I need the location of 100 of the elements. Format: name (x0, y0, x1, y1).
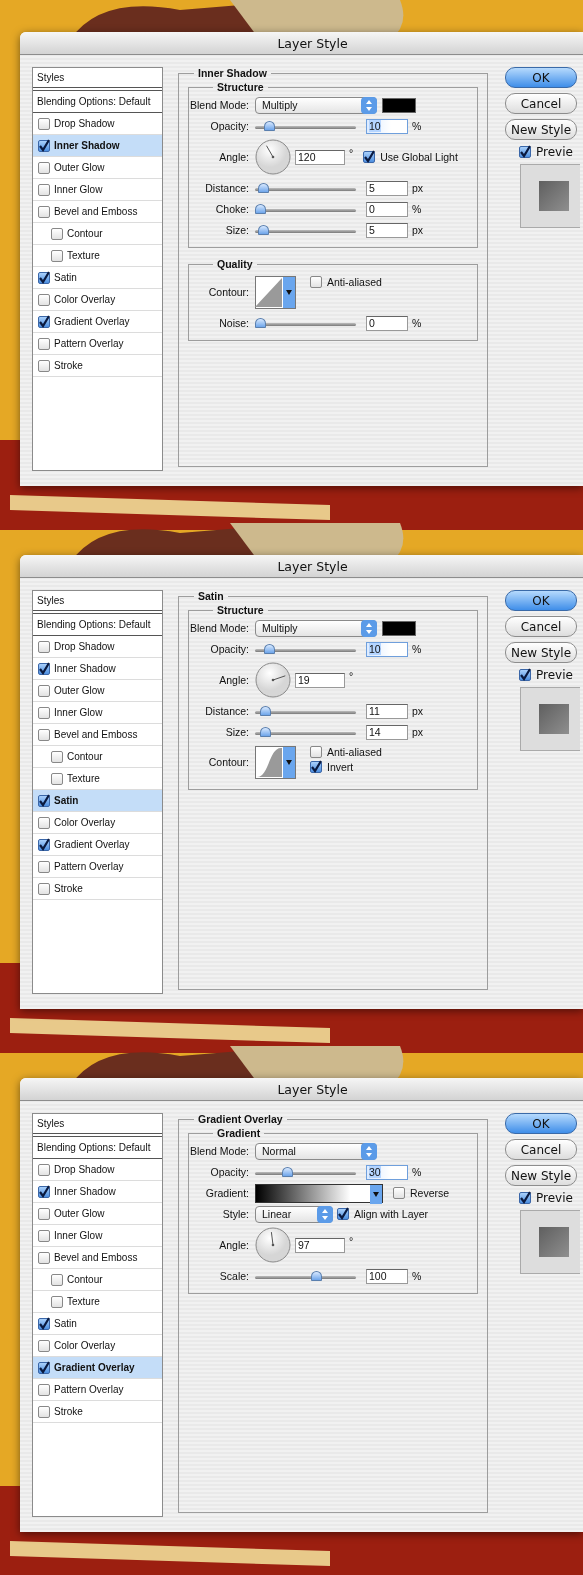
style-list-item[interactable]: Color Overlay (33, 812, 162, 834)
checkbox[interactable] (38, 860, 50, 873)
checkbox[interactable] (38, 1185, 50, 1198)
slider[interactable] (255, 705, 356, 717)
dialog-button[interactable]: New Style (505, 1165, 577, 1186)
dialog-button[interactable]: Cancel (505, 616, 577, 637)
style-list-item[interactable]: Pattern Overlay (33, 856, 162, 878)
gradient-picker[interactable] (255, 1183, 383, 1203)
style-list-item[interactable]: Bevel and Emboss (33, 724, 162, 746)
checkbox[interactable] (38, 183, 50, 196)
style-list-item[interactable]: Gradient Overlay (33, 311, 162, 333)
dropdown[interactable]: Multiply (255, 619, 377, 637)
checkbox[interactable] (38, 1317, 50, 1330)
checkbox[interactable] (310, 276, 322, 288)
style-list-item[interactable]: Blending Options: Default (33, 91, 162, 113)
checkbox[interactable] (51, 249, 63, 262)
slider[interactable] (255, 1166, 356, 1178)
input-field[interactable]: 0 (366, 315, 408, 331)
input-field[interactable]: 19 (295, 672, 345, 688)
style-list-item[interactable]: Contour (33, 746, 162, 768)
checkbox[interactable] (519, 669, 531, 681)
checkbox[interactable] (38, 794, 50, 807)
checkbox[interactable] (38, 139, 50, 152)
checkbox[interactable] (38, 1229, 50, 1242)
dialog-button[interactable]: OK (505, 67, 577, 88)
color-swatch[interactable] (382, 620, 416, 636)
slider-thumb[interactable] (264, 643, 275, 654)
input-field[interactable]: 30 (366, 1164, 408, 1180)
style-list-item[interactable]: Inner Shadow (33, 658, 162, 680)
style-list-item[interactable]: Color Overlay (33, 289, 162, 311)
checkbox[interactable] (38, 1339, 50, 1352)
slider-thumb[interactable] (255, 203, 266, 214)
checkbox[interactable] (38, 728, 50, 741)
style-list-item[interactable]: Outer Glow (33, 680, 162, 702)
checkbox[interactable] (38, 1383, 50, 1396)
contour-picker[interactable] (255, 746, 296, 779)
style-list-item[interactable]: Inner Shadow (33, 1181, 162, 1203)
dialog-button[interactable]: Cancel (505, 1139, 577, 1160)
checkbox[interactable] (51, 1273, 63, 1286)
style-list-item[interactable]: Texture (33, 245, 162, 267)
input-field[interactable]: 5 (366, 222, 408, 238)
contour-picker[interactable] (255, 276, 296, 309)
input-field[interactable]: 97 (295, 1237, 345, 1253)
checkbox[interactable] (38, 882, 50, 895)
checkbox[interactable] (38, 117, 50, 130)
checkbox[interactable] (51, 772, 63, 785)
style-list-item[interactable]: Blending Options: Default (33, 614, 162, 636)
style-list-item[interactable]: Contour (33, 1269, 162, 1291)
input-field[interactable]: 10 (366, 641, 408, 657)
dropdown[interactable]: Normal (255, 1142, 377, 1160)
dropdown[interactable]: Linear (255, 1205, 333, 1223)
dialog-button[interactable]: Cancel (505, 93, 577, 114)
style-list-item[interactable]: Stroke (33, 355, 162, 377)
input-field[interactable]: 120 (295, 149, 345, 165)
checkbox[interactable] (393, 1187, 405, 1199)
style-list-item[interactable]: Gradient Overlay (33, 834, 162, 856)
style-list-item[interactable]: Drop Shadow (33, 1159, 162, 1181)
style-list-item[interactable]: Drop Shadow (33, 636, 162, 658)
checkbox[interactable] (51, 1295, 63, 1308)
slider[interactable] (255, 224, 356, 236)
slider-thumb[interactable] (257, 182, 269, 193)
checkbox[interactable] (38, 1361, 50, 1374)
style-list-item[interactable]: Inner Shadow (33, 135, 162, 157)
checkbox[interactable] (38, 315, 50, 328)
checkbox[interactable] (337, 1208, 349, 1220)
input-field[interactable]: 11 (366, 703, 408, 719)
checkbox[interactable] (310, 746, 322, 758)
checkbox[interactable] (38, 662, 50, 675)
style-list-item[interactable]: Bevel and Emboss (33, 201, 162, 223)
angle-dial[interactable] (255, 139, 291, 175)
slider[interactable] (255, 203, 356, 215)
checkbox[interactable] (363, 151, 376, 163)
style-list-item[interactable]: Inner Glow (33, 1225, 162, 1247)
slider-thumb[interactable] (310, 1270, 322, 1281)
color-swatch[interactable] (382, 97, 416, 113)
slider[interactable] (255, 643, 356, 655)
dialog-button[interactable]: New Style (505, 642, 577, 663)
style-list-item[interactable]: Satin (33, 267, 162, 289)
checkbox[interactable] (38, 838, 50, 851)
dialog-button[interactable]: OK (505, 1113, 577, 1134)
input-field[interactable]: 14 (366, 724, 408, 740)
checkbox[interactable] (38, 816, 50, 829)
style-list-item[interactable]: Stroke (33, 878, 162, 900)
checkbox[interactable] (38, 1163, 50, 1176)
style-list-item[interactable]: Bevel and Emboss (33, 1247, 162, 1269)
style-list-item[interactable]: Satin (33, 790, 162, 812)
checkbox[interactable] (51, 750, 63, 763)
input-field[interactable]: 0 (366, 201, 408, 217)
style-list-item[interactable]: Satin (33, 1313, 162, 1335)
style-list-item[interactable]: Contour (33, 223, 162, 245)
checkbox[interactable] (38, 1251, 50, 1264)
checkbox[interactable] (38, 359, 50, 372)
style-list-item[interactable]: Outer Glow (33, 157, 162, 179)
style-list-item[interactable]: Gradient Overlay (33, 1357, 162, 1379)
slider[interactable] (255, 317, 356, 329)
input-field[interactable]: 10 (366, 118, 408, 134)
checkbox[interactable] (51, 227, 63, 240)
slider-thumb[interactable] (282, 1166, 293, 1177)
slider-thumb[interactable] (260, 726, 272, 737)
style-list-item[interactable]: Inner Glow (33, 179, 162, 201)
